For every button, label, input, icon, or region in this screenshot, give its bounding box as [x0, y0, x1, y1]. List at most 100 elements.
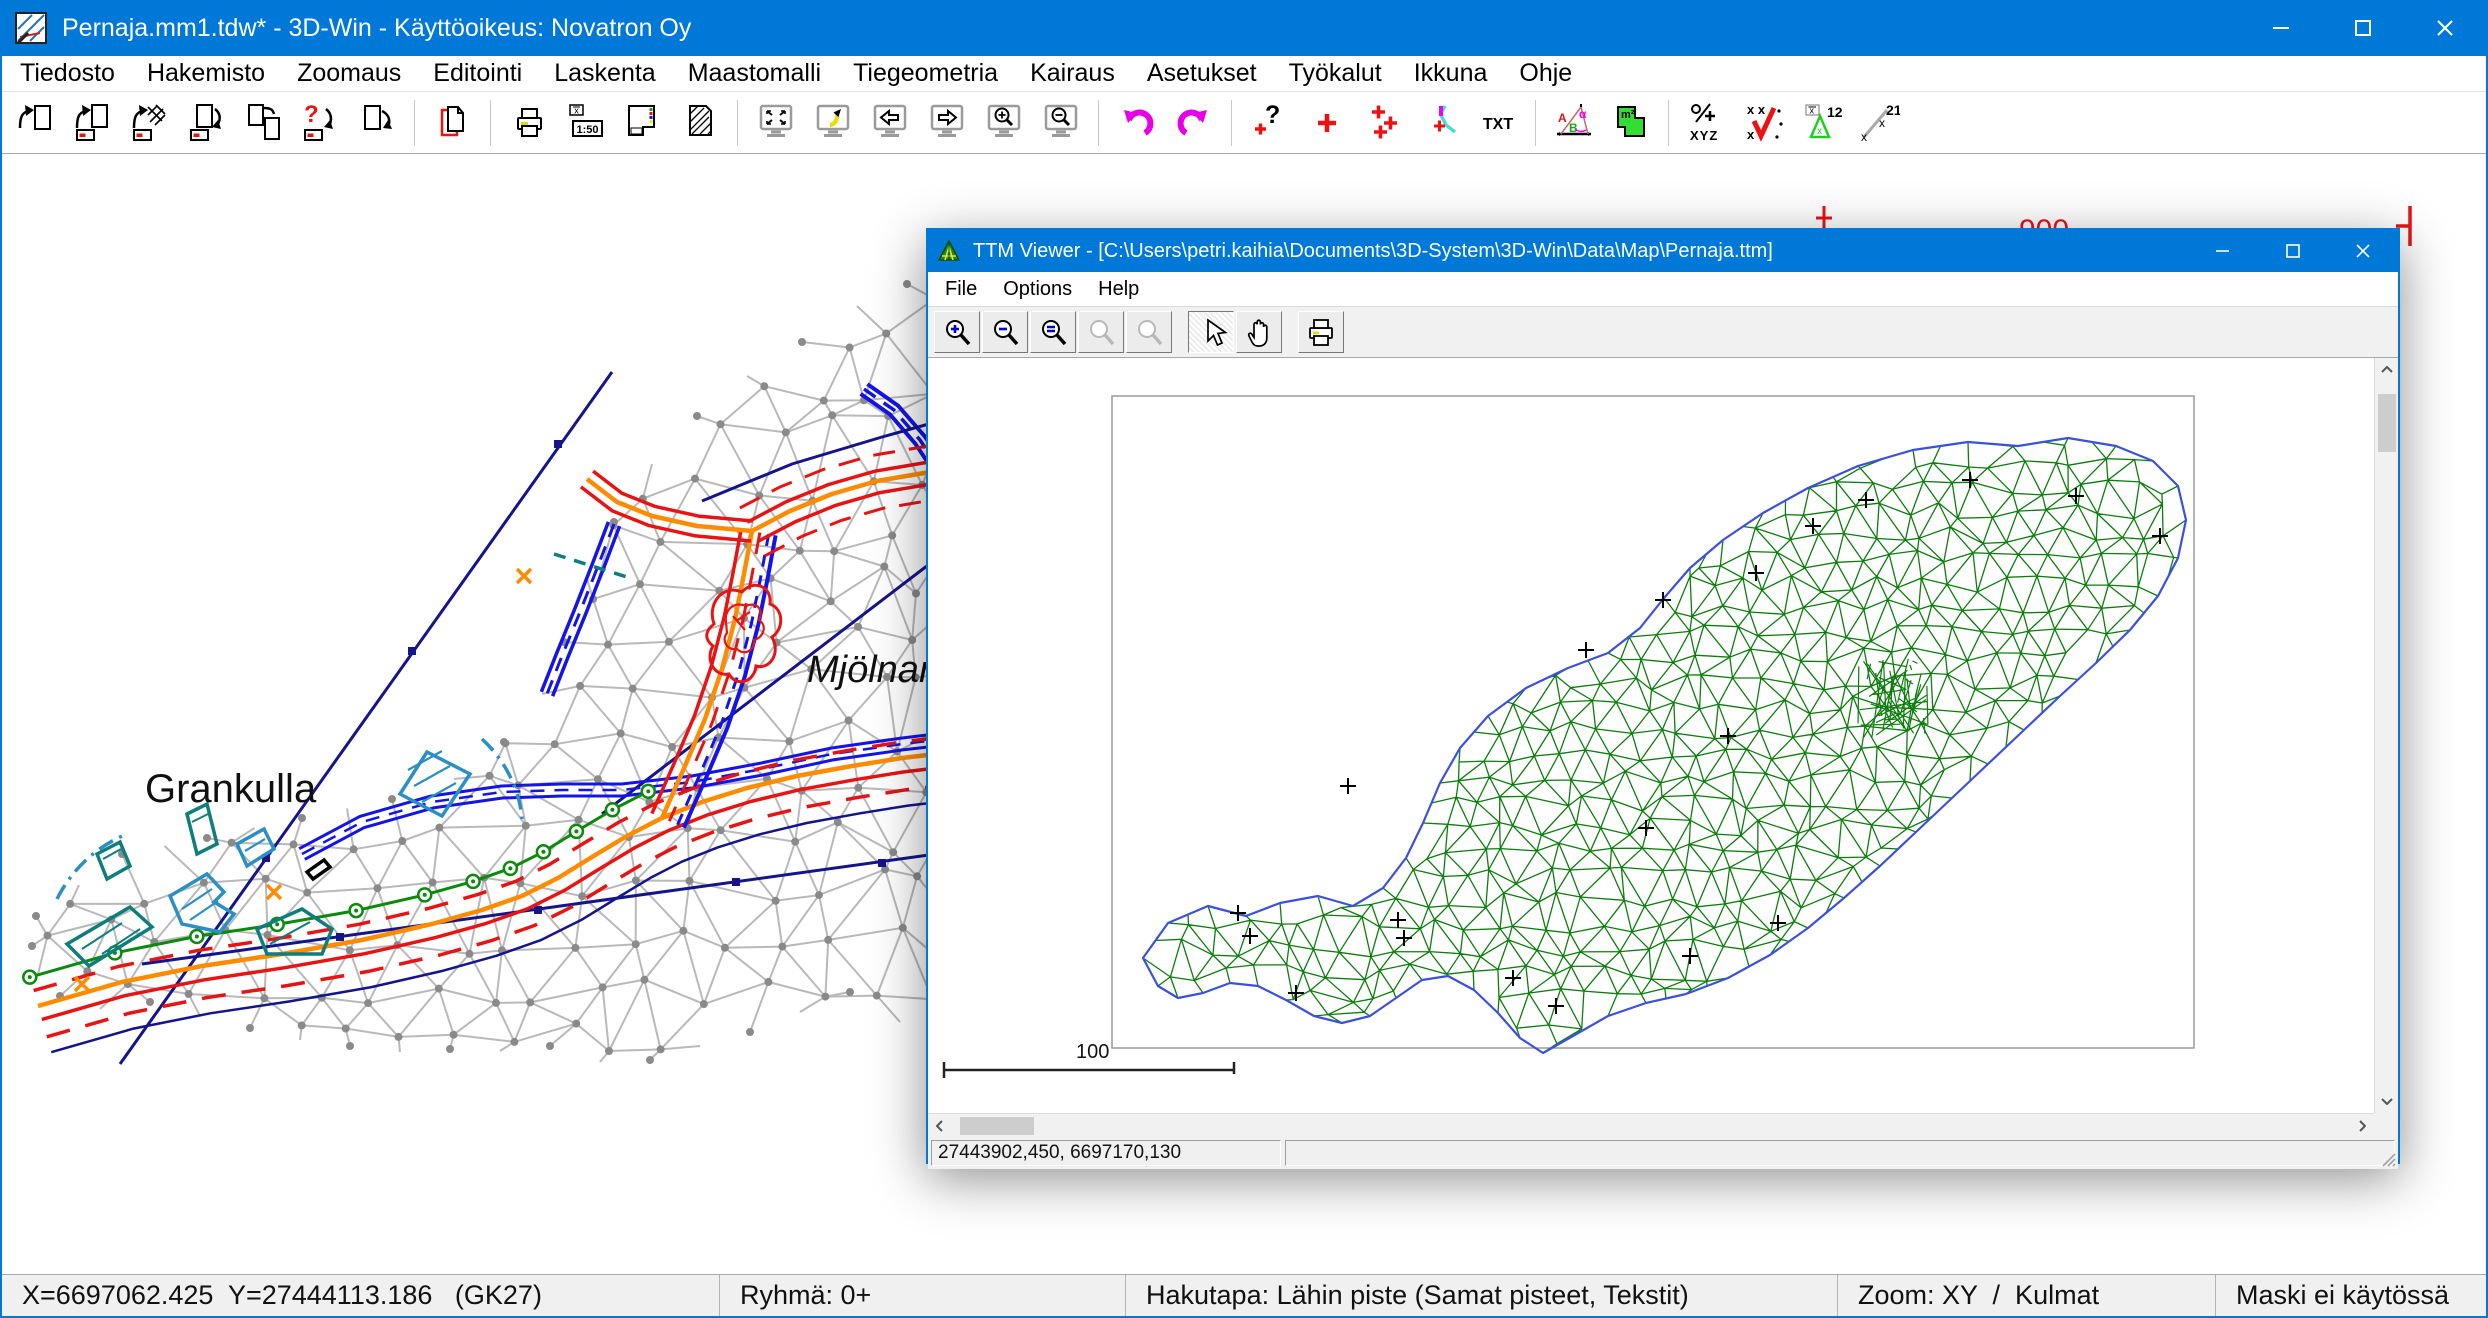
ttm-close-button[interactable] [2328, 230, 2398, 272]
menu-item-ty-kalut[interactable]: Työkalut [1273, 56, 1398, 91]
ttm-select-button[interactable] [1188, 311, 1234, 353]
scroll-left-icon[interactable] [928, 1114, 952, 1138]
zoom-out-view-button[interactable] [1032, 96, 1089, 150]
menu-item-kairaus[interactable]: Kairaus [1014, 56, 1131, 91]
ttm-minimize-button[interactable] [2188, 230, 2258, 272]
print-scale-icon: 1:50x [564, 101, 608, 145]
vscroll-thumb[interactable] [2378, 394, 2396, 452]
ttm-zoom-fit-button[interactable] [1030, 311, 1076, 353]
save-file-button[interactable] [177, 96, 234, 150]
ttm-map-view[interactable]: 100 [928, 358, 2374, 1108]
convert-file-button[interactable] [234, 96, 291, 150]
show-coordinates-button[interactable]: XYZ [1678, 96, 1735, 150]
ttm-pan-button[interactable] [1236, 311, 1282, 353]
vscroll-track[interactable] [2375, 382, 2398, 1089]
import-file-button[interactable] [120, 96, 177, 150]
menu-item-editointi[interactable]: Editointi [417, 56, 538, 91]
redraw-view-button[interactable] [804, 96, 861, 150]
print-scale-button[interactable]: 1:50x [557, 96, 614, 150]
ttm-zoom-out-button[interactable] [982, 311, 1028, 353]
ttm-zoom-window-icon [1082, 314, 1120, 350]
road-line [765, 499, 941, 556]
ttm-zoom-in-button[interactable] [934, 311, 980, 353]
scroll-up-icon[interactable] [2375, 358, 2399, 382]
edit-text-button[interactable]: TXT [1469, 96, 1526, 150]
hscroll-thumb[interactable] [960, 1117, 1034, 1135]
fill-settings-button[interactable] [671, 96, 728, 150]
menu-item-tiedosto[interactable]: Tiedosto [4, 56, 131, 91]
redo-button[interactable] [1165, 96, 1222, 150]
place-label-mjolnar: Mjölnar [807, 649, 933, 691]
zoom-in-view-button[interactable] [975, 96, 1032, 150]
ttm-toolbar [928, 306, 2398, 358]
edit-line-button[interactable] [1412, 96, 1469, 150]
fit-view-button[interactable] [747, 96, 804, 150]
menu-item-asetukset[interactable]: Asetukset [1131, 56, 1273, 91]
menu-item-tiegeometria[interactable]: Tiegeometria [837, 56, 1014, 91]
ttm-window-title: TTM Viewer - [C:\Users\petri.kaihia\Docu… [973, 240, 2188, 263]
title-bar: Pernaja.mm1.tdw* - 3D-Win - Käyttöoikeus… [2, 0, 2486, 56]
toolbar-separator [1098, 100, 1099, 146]
undo-button[interactable] [1108, 96, 1165, 150]
status-coordinates: X=6697062.425 Y=27444113.186 (GK27) [2, 1275, 720, 1316]
measure-angle-button[interactable]: ABα [1545, 96, 1602, 150]
fill-settings-icon [678, 101, 722, 145]
menu-item-zoomaus[interactable]: Zoomaus [281, 56, 417, 91]
export-file-button[interactable] [348, 96, 405, 150]
building-hatch [182, 889, 218, 920]
survey-line [120, 372, 612, 1064]
toolbar-separator [1535, 100, 1536, 146]
import-file-icon [127, 101, 171, 145]
open-file-button[interactable] [6, 96, 63, 150]
ttm-viewer-window: TTM Viewer - [C:\Users\petri.kaihia\Docu… [926, 228, 2400, 1164]
svg-text:?: ? [304, 101, 319, 128]
ttm-vertical-scrollbar[interactable] [2374, 358, 2398, 1113]
print-button[interactable] [500, 96, 557, 150]
open-file-format-button[interactable] [63, 96, 120, 150]
chain-marker-dot [423, 893, 427, 897]
ttm-maximize-button[interactable] [2258, 230, 2328, 272]
minimize-button[interactable] [2240, 0, 2322, 56]
point-numbering-icon: 21xx [1856, 101, 1900, 145]
point-info-button[interactable]: ? [1241, 96, 1298, 150]
ttm-print-button[interactable] [1298, 311, 1344, 353]
view-next-button[interactable] [918, 96, 975, 150]
ttm-zoom-fit-icon [1034, 314, 1072, 350]
measure-area-button[interactable]: m² [1602, 96, 1659, 150]
scroll-down-icon[interactable] [2375, 1089, 2399, 1113]
unknown-format-icon: ? [298, 101, 342, 145]
unknown-format-button[interactable]: ? [291, 96, 348, 150]
copy-drawing-button[interactable] [424, 96, 481, 150]
hscroll-track[interactable] [952, 1114, 2350, 1137]
menu-item-ikkuna[interactable]: Ikkuna [1398, 56, 1504, 91]
building-hatch [192, 813, 210, 822]
add-point-button[interactable] [1298, 96, 1355, 150]
menu-item-hakemisto[interactable]: Hakemisto [131, 56, 281, 91]
triangle-model-button[interactable]: xx12 [1792, 96, 1849, 150]
ttm-map-area[interactable]: 100 [928, 358, 2374, 1113]
menu-item-laskenta[interactable]: Laskenta [538, 56, 671, 91]
ttm-menu-item-options[interactable]: Options [990, 278, 1085, 301]
ttm-map-drawing: 100 [944, 396, 2194, 1078]
menu-item-maastomalli[interactable]: Maastomalli [672, 56, 837, 91]
ttm-zoom-out-icon [986, 314, 1024, 350]
maximize-button[interactable] [2322, 0, 2404, 56]
chain-marker-dot [354, 909, 358, 913]
resize-grip[interactable] [2378, 1149, 2396, 1167]
scroll-right-icon[interactable] [2350, 1114, 2374, 1138]
ttm-menu-item-file[interactable]: File [932, 278, 990, 301]
view-previous-button[interactable] [861, 96, 918, 150]
close-button[interactable] [2404, 0, 2486, 56]
print-icon [507, 101, 551, 145]
status-zoom-mode: Zoom: XY / Kulmat [1838, 1275, 2216, 1316]
undo-icon [1115, 101, 1159, 145]
culvert-mark [307, 860, 330, 879]
edit-points-button[interactable] [1355, 96, 1412, 150]
drawing-area: 900GrankullaMjölnar TTM Viewer - [C:\Use… [2, 154, 2486, 1274]
menu-item-ohje[interactable]: Ohje [1503, 56, 1588, 91]
check-points-button[interactable]: x xx [1735, 96, 1792, 150]
ttm-menu-item-help[interactable]: Help [1085, 278, 1152, 301]
ttm-horizontal-scrollbar[interactable] [928, 1113, 2374, 1137]
drawing-settings-button[interactable] [614, 96, 671, 150]
point-numbering-button[interactable]: 21xx [1849, 96, 1906, 150]
